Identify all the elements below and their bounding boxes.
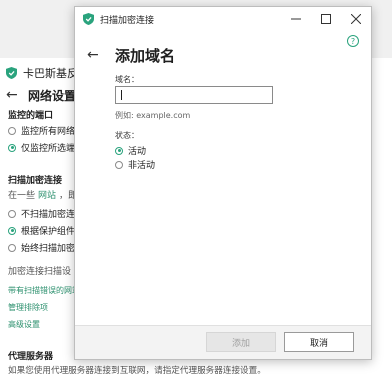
minimize-icon bbox=[291, 18, 301, 20]
dialog-back-arrow-icon[interactable]: ← bbox=[87, 47, 99, 63]
close-icon bbox=[351, 14, 361, 24]
background-header: ← 网络设置 bbox=[0, 84, 76, 106]
maximize-button[interactable] bbox=[311, 7, 341, 31]
link-manage-exclusions[interactable]: 管理排除项 bbox=[8, 302, 48, 313]
section-proxy-server: 代理服务器 bbox=[8, 352, 54, 362]
kaspersky-shield-icon bbox=[83, 13, 94, 25]
background-page-title: 网络设置 bbox=[28, 88, 77, 103]
dialog-titlebar: 扫描加密连接 bbox=[75, 7, 371, 31]
enc-option-on-request[interactable]: 根据保护组件 bbox=[8, 224, 75, 237]
port-option-selected[interactable]: 仅监控所选端 bbox=[8, 141, 75, 154]
status-active-option[interactable]: 活动 bbox=[115, 144, 146, 157]
status-label: 状态： bbox=[115, 131, 139, 140]
back-arrow-icon[interactable]: ← bbox=[6, 87, 22, 103]
domain-input[interactable] bbox=[115, 86, 273, 104]
dialog-footer: 添加 取消 bbox=[75, 325, 371, 359]
radio-icon[interactable] bbox=[8, 126, 16, 135]
proxy-description: 如果您使用代理服务器连接到互联网，请指定代理服务器连接设置。 bbox=[8, 366, 266, 376]
text-caret bbox=[121, 90, 122, 100]
window-controls bbox=[281, 7, 371, 31]
radio-selected-icon[interactable] bbox=[8, 226, 16, 235]
radio-icon[interactable] bbox=[115, 160, 123, 169]
close-button[interactable] bbox=[341, 7, 371, 31]
radio-selected-icon[interactable] bbox=[8, 143, 16, 152]
kaspersky-shield-icon bbox=[6, 67, 17, 79]
enc-option-never[interactable]: 不扫描加密连 bbox=[8, 207, 75, 220]
scan-settings-text: 加密连接扫描设 bbox=[8, 267, 72, 277]
add-domain-dialog: 扫描加密连接 ? ← 添加域名 域名： 例如: example.com 状态： … bbox=[74, 6, 372, 360]
sites-link[interactable]: 网站 bbox=[38, 188, 56, 201]
domain-example-hint: 例如: example.com bbox=[115, 111, 191, 120]
maximize-icon bbox=[321, 14, 331, 24]
cancel-button[interactable]: 取消 bbox=[284, 332, 354, 352]
domain-label: 域名： bbox=[115, 75, 139, 84]
add-button[interactable]: 添加 bbox=[206, 332, 276, 352]
link-sites-with-errors[interactable]: 带有扫描错误的网站 bbox=[8, 285, 80, 296]
dialog-heading: 添加域名 bbox=[115, 47, 176, 65]
section-encrypted-connections: 扫描加密连接 bbox=[8, 176, 63, 186]
link-advanced-settings[interactable]: 高级设置 bbox=[8, 319, 40, 330]
help-icon[interactable]: ? bbox=[347, 35, 359, 47]
radio-selected-icon[interactable] bbox=[115, 146, 123, 155]
enc-option-always[interactable]: 始终扫描加密 bbox=[8, 241, 75, 254]
minimize-button[interactable] bbox=[281, 7, 311, 31]
radio-icon[interactable] bbox=[8, 243, 16, 252]
radio-icon[interactable] bbox=[8, 209, 16, 218]
status-inactive-option[interactable]: 非活动 bbox=[115, 158, 155, 171]
port-option-all[interactable]: 监控所有网络 bbox=[8, 124, 75, 137]
section-monitored-ports: 监控的端口 bbox=[8, 111, 54, 121]
dialog-window-title: 扫描加密连接 bbox=[100, 15, 155, 26]
